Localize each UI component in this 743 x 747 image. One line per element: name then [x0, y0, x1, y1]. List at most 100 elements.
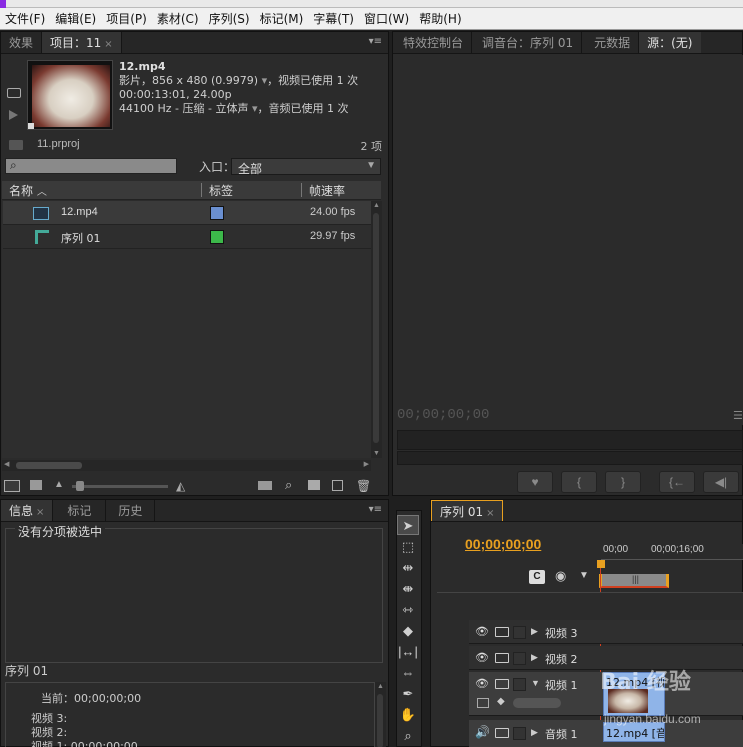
tab-sequence[interactable]: 序列 01 × — [431, 500, 504, 521]
poster-frame-icon[interactable] — [7, 88, 21, 98]
tab-effects[interactable]: 效果 — [1, 32, 43, 53]
film-icon[interactable] — [495, 653, 509, 663]
panel-menu-icon[interactable]: ▾≡ — [369, 504, 382, 515]
linked-selection-icon[interactable]: ◉ — [555, 568, 566, 584]
audio-clip[interactable]: 12.mp4 [音 — [603, 722, 665, 742]
timeline-timecode[interactable]: 00;00;00;00 — [465, 536, 541, 552]
menu-file[interactable]: 文件(F) — [0, 8, 50, 30]
list-item[interactable]: 序列 01 29.97 fps — [3, 225, 371, 249]
mark-in-button[interactable]: { — [561, 471, 597, 493]
rate-stretch-tool-icon[interactable]: ⇿ — [397, 600, 419, 620]
col-label[interactable]: 标签 — [209, 182, 233, 199]
go-to-in-button[interactable]: {← — [659, 471, 695, 493]
mark-out-button[interactable]: } — [605, 471, 641, 493]
close-icon[interactable]: × — [486, 508, 494, 519]
panel-menu-icon[interactable]: ▾≡ — [369, 36, 382, 47]
expand-arrow-icon[interactable]: ▶ — [531, 727, 538, 738]
icon-view-icon[interactable] — [30, 480, 42, 490]
keyframe-display-icon[interactable] — [477, 698, 489, 708]
snap-icon[interactable]: C — [529, 570, 545, 584]
in-dropdown[interactable]: 全部 ▼ — [231, 158, 381, 176]
ripple-edit-tool-icon[interactable]: ⇹ — [397, 558, 419, 578]
automate-to-sequence-icon[interactable] — [258, 481, 272, 490]
menu-help[interactable]: 帮助(H) — [414, 8, 466, 30]
tab-history[interactable]: 历史 — [106, 500, 156, 521]
col-fps[interactable]: 帧速率 — [309, 182, 345, 199]
label-swatch[interactable] — [210, 230, 224, 244]
track-select-tool-icon[interactable]: ⬚ — [397, 537, 419, 557]
source-timecode[interactable]: 00;00;00;00 — [397, 407, 489, 423]
vertical-scrollbar[interactable]: ▲ ▼ — [371, 201, 382, 458]
new-item-icon[interactable] — [332, 480, 343, 491]
collapse-arrow-icon[interactable]: ▼ — [531, 678, 540, 688]
slip-tool-icon[interactable]: |↔| — [397, 642, 419, 662]
col-divider[interactable] — [201, 183, 202, 197]
tab-metadata[interactable]: 元数据 — [582, 32, 640, 53]
rolling-edit-tool-icon[interactable]: ⇼ — [397, 579, 419, 599]
tab-source[interactable]: 源：(无) — [639, 32, 701, 53]
film-icon[interactable] — [495, 627, 509, 637]
tab-effect-controls[interactable]: 特效控制台 — [393, 32, 473, 53]
tab-audio-mixer[interactable]: 调音台：序列 01 — [472, 32, 583, 53]
film-icon[interactable] — [495, 679, 509, 689]
step-back-button[interactable]: ◀| — [703, 471, 739, 493]
col-name[interactable]: 名称 ︿ — [9, 182, 47, 199]
lock-toggle[interactable] — [513, 652, 526, 665]
zoom-out-icon[interactable]: ▲ — [54, 479, 64, 490]
play-icon[interactable] — [9, 110, 18, 120]
add-marker-icon[interactable]: ▼ — [579, 570, 589, 581]
keyframe-nav[interactable] — [513, 698, 561, 708]
expand-arrow-icon[interactable]: ▶ — [531, 626, 538, 637]
eye-icon[interactable]: 👁 — [475, 678, 489, 690]
zoom-slider[interactable] — [72, 485, 168, 488]
label-swatch[interactable] — [210, 206, 224, 220]
track-name: 音频 1 — [545, 728, 578, 741]
source-mini-bar[interactable] — [397, 451, 743, 465]
playhead-handle[interactable] — [597, 560, 605, 568]
menu-sequence[interactable]: 序列(S) — [204, 8, 255, 30]
time-ruler[interactable]: 00;00 00;00;16;00 — [601, 544, 743, 560]
source-scrub-bar[interactable] — [397, 430, 743, 450]
menu-title[interactable]: 字幕(T) — [308, 8, 359, 30]
lock-toggle[interactable] — [513, 626, 526, 639]
zoom-slider-handle[interactable] — [76, 481, 84, 491]
eye-icon[interactable]: 👁 — [475, 626, 489, 638]
search-input[interactable]: ⌕ — [5, 158, 177, 174]
lock-toggle[interactable] — [513, 678, 526, 691]
new-bin-icon[interactable] — [308, 480, 320, 490]
list-item[interactable]: 12.mp4 24.00 fps — [3, 201, 371, 225]
razor-tool-icon[interactable]: ◆ — [397, 621, 419, 641]
tab-info[interactable]: 信息 × — [1, 500, 54, 521]
close-icon[interactable]: × — [36, 507, 44, 518]
menu-project[interactable]: 项目(P) — [101, 8, 152, 30]
speaker-icon[interactable]: 🔊 — [475, 725, 490, 739]
settings-icon[interactable]: ☰ — [733, 409, 743, 422]
add-marker-button[interactable]: ♥ — [517, 471, 553, 493]
menu-marker[interactable]: 标记(M) — [255, 8, 309, 30]
selection-tool-icon[interactable]: ➤ — [397, 515, 419, 535]
col-divider[interactable] — [301, 183, 302, 197]
list-view-icon[interactable] — [4, 480, 20, 492]
expand-arrow-icon[interactable]: ▶ — [531, 652, 538, 663]
menu-edit[interactable]: 编辑(E) — [50, 8, 101, 30]
video-clip[interactable]: 12.mp4 [视 — [603, 672, 665, 716]
film-icon[interactable] — [495, 728, 509, 738]
menu-clip[interactable]: 素材(C) — [152, 8, 204, 30]
trash-icon[interactable]: 🗑 — [356, 479, 371, 493]
horizontal-scrollbar[interactable]: ◀ ▶ — [2, 460, 371, 471]
slide-tool-icon[interactable]: ⇔ — [397, 663, 419, 683]
close-icon[interactable]: × — [104, 39, 112, 50]
menu-window[interactable]: 窗口(W) — [359, 8, 414, 30]
work-area-bar[interactable]: ||| — [599, 574, 669, 588]
zoom-tool-icon[interactable]: ⌕ — [397, 726, 419, 746]
zoom-in-icon[interactable]: ◭ — [176, 479, 185, 493]
info-scrollbar[interactable]: ▲ — [375, 682, 386, 747]
hand-tool-icon[interactable]: ✋ — [397, 705, 419, 725]
keyframe-diamond-icon[interactable]: ◆ — [497, 696, 505, 707]
tab-project[interactable]: 项目：11 × — [42, 32, 122, 53]
eye-icon[interactable]: 👁 — [475, 652, 489, 664]
pen-tool-icon[interactable]: ✒ — [397, 684, 419, 704]
lock-toggle[interactable] — [513, 727, 526, 740]
find-icon[interactable]: ⌕ — [285, 477, 292, 493]
tab-markers[interactable]: 标记 — [53, 500, 107, 521]
